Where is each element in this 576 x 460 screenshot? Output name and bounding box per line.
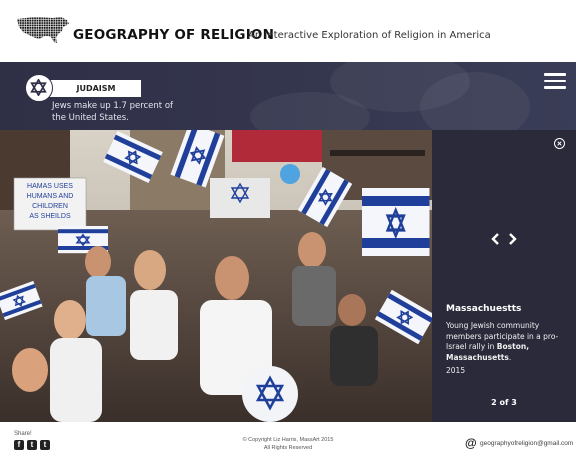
caption-panel: Massachuestts Young Jewish community mem… <box>432 130 576 422</box>
svg-text:HAMAS USES: HAMAS USES <box>27 183 73 190</box>
rally-photo-illustration: HAMAS USES HUMANS AND CHILDREN AS SHEILD… <box>0 130 432 422</box>
religion-name: JUDAISM <box>76 84 116 93</box>
slide-pager: 2 of 3 <box>491 398 517 407</box>
site-tagline: An Interactive Exploration of Religion i… <box>248 30 491 41</box>
tumblr-icon[interactable]: t <box>27 440 37 450</box>
slide-navigation <box>490 232 520 246</box>
chevron-right-icon[interactable] <box>508 232 518 246</box>
protest-sign: HAMAS USES HUMANS AND CHILDREN AS SHEILD… <box>13 177 87 231</box>
religion-fact: Jews make up 1.7 percent of the United S… <box>52 101 174 123</box>
site-footer: Share! f t t © Copyright Liz Harris, Mas… <box>0 422 576 460</box>
slide-year: 2015 <box>446 366 466 375</box>
contact-email-link[interactable]: geographyofreligion@gmail.com <box>480 440 573 447</box>
svg-text:CHILDREN: CHILDREN <box>32 203 68 210</box>
svg-text:AS SHEILDS: AS SHEILDS <box>29 213 71 220</box>
slide-description: Young Jewish community members participa… <box>446 321 559 362</box>
close-icon[interactable] <box>554 138 565 149</box>
svg-text:HUMANS AND: HUMANS AND <box>27 193 74 200</box>
site-title[interactable]: GEOGRAPHY OF RELIGION <box>73 27 274 43</box>
hamburger-menu-icon[interactable] <box>544 73 566 89</box>
us-map-logo-icon[interactable] <box>15 15 71 45</box>
share-label: Share! <box>14 431 32 437</box>
star-of-david-icon <box>25 74 53 102</box>
email-icon: @ <box>465 436 477 450</box>
rally-photo: HAMAS USES HUMANS AND CHILDREN AS SHEILD… <box>0 130 432 422</box>
slide-location: Massachuestts <box>446 304 522 314</box>
twitter-icon[interactable]: t <box>40 440 50 450</box>
site-header: GEOGRAPHY OF RELIGION An Interactive Exp… <box>0 0 576 62</box>
chevron-left-icon[interactable] <box>490 232 500 246</box>
copyright: © Copyright Liz Harris, MassArt 2015 All… <box>242 437 334 451</box>
religion-label: JUDAISM <box>25 74 141 102</box>
facebook-icon[interactable]: f <box>14 440 24 450</box>
